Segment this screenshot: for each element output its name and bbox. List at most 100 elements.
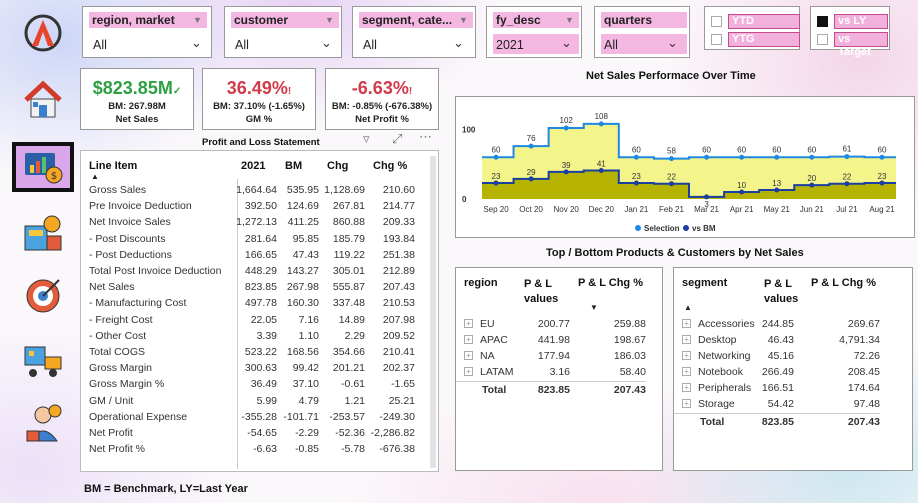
data-point bbox=[844, 181, 850, 187]
data-label: 23 bbox=[878, 172, 887, 181]
column-header-chg-pct[interactable]: Chg % bbox=[373, 160, 407, 172]
scrollbar-thumb[interactable] bbox=[430, 156, 436, 468]
column-header-region[interactable]: region bbox=[464, 277, 498, 289]
slicer-fy-desc[interactable]: fy_desc ▼ 2021 ⌄ bbox=[486, 6, 582, 58]
expand-icon[interactable]: + bbox=[682, 399, 691, 408]
table-row[interactable]: + Accessories 244.85 269.67 bbox=[674, 316, 880, 331]
data-point bbox=[563, 169, 569, 175]
cell-value: 36.49 bbox=[250, 378, 277, 391]
net-sales-chart[interactable]: 0 100 60 76 102 108 60 58 60 60 60 60 61 60 23 29 39 41 23… bbox=[455, 96, 915, 238]
expand-icon[interactable]: + bbox=[464, 335, 473, 344]
chevron-down-icon[interactable]: ⌄ bbox=[321, 35, 332, 51]
marketing-target-icon[interactable] bbox=[18, 270, 68, 320]
data-point bbox=[844, 154, 850, 160]
chevron-down-icon[interactable]: ▼ bbox=[193, 15, 202, 25]
data-label: 60 bbox=[772, 145, 781, 154]
slicer-customer[interactable]: customer ▼ All ⌄ bbox=[224, 6, 342, 58]
toggle-vs-target[interactable]: vs Target bbox=[817, 32, 888, 58]
expand-icon[interactable]: + bbox=[682, 351, 691, 360]
slicer-label: region, market bbox=[89, 12, 207, 28]
comparison-toggle[interactable]: vs LY vs Target bbox=[810, 6, 890, 58]
expand-icon[interactable]: + bbox=[464, 351, 473, 360]
slicer-segment-category[interactable]: segment, cate... ▼ All ⌄ bbox=[352, 6, 476, 58]
chevron-down-icon[interactable]: ⌄ bbox=[667, 35, 678, 51]
column-header-pl-values[interactable]: P & L values bbox=[764, 277, 804, 307]
checkbox-ytd[interactable] bbox=[711, 16, 722, 27]
slicer-label: quarters bbox=[601, 12, 687, 28]
column-header-2021[interactable]: 2021 bbox=[241, 160, 265, 172]
table-row[interactable]: + Peripherals 166.51 174.64 bbox=[674, 380, 880, 395]
column-header-pl-chg-pct[interactable]: P & L Chg % bbox=[811, 277, 876, 289]
column-header-line-item[interactable]: Line Item bbox=[89, 160, 137, 172]
total-row: Total 823.85 207.43 bbox=[674, 413, 880, 428]
expand-icon[interactable]: + bbox=[682, 367, 691, 376]
toggle-ytg[interactable]: YTG bbox=[711, 32, 800, 47]
filter-icon[interactable]: ▿ bbox=[363, 131, 370, 147]
sort-up-icon[interactable]: ▲ bbox=[684, 303, 692, 312]
cell-value: 207.43 bbox=[382, 281, 415, 294]
cell-value: -2.29 bbox=[295, 427, 319, 439]
sales-icon[interactable] bbox=[18, 208, 68, 258]
expand-icon[interactable]: + bbox=[682, 383, 691, 392]
column-header-pl-values[interactable]: P & L values bbox=[524, 277, 574, 307]
footer-note: BM = Benchmark, LY=Last Year bbox=[84, 483, 248, 495]
slicer-quarters[interactable]: quarters All ⌄ bbox=[594, 6, 690, 58]
toggle-ytd[interactable]: YTD bbox=[711, 14, 800, 29]
cell-value: 210.60 bbox=[382, 184, 415, 196]
chevron-down-icon[interactable]: ⌄ bbox=[453, 35, 464, 51]
expand-icon[interactable]: + bbox=[464, 367, 473, 376]
checkbox-vs-ly[interactable] bbox=[817, 16, 828, 27]
chevron-down-icon[interactable]: ▼ bbox=[565, 15, 574, 25]
table-row[interactable]: + LATAM 3.16 58.40 bbox=[456, 364, 646, 379]
kpi-value: 36.49%! bbox=[203, 78, 315, 99]
ytd-ytg-toggle[interactable]: YTD YTG bbox=[704, 6, 800, 50]
chevron-down-icon[interactable]: ⌄ bbox=[191, 35, 202, 51]
table-row[interactable]: + Storage 54.42 97.48 bbox=[674, 396, 880, 411]
column-header-pl-chg-pct[interactable]: P & L Chg % bbox=[578, 277, 643, 289]
checkbox-ytg[interactable] bbox=[711, 34, 722, 45]
table-row[interactable]: + APAC 441.98 198.67 bbox=[456, 332, 646, 347]
toggle-vs-ly[interactable]: vs LY bbox=[817, 14, 888, 29]
column-header-chg[interactable]: Chg bbox=[327, 160, 348, 172]
cell-value: 354.66 bbox=[332, 346, 365, 358]
table-row: Net Profit -54.65 -2.29 -52.36 -2,286.82 bbox=[81, 425, 426, 441]
finance-dashboard-icon[interactable]: $ bbox=[12, 142, 74, 192]
table-row[interactable]: + Desktop 46.43 4,791.34 bbox=[674, 332, 880, 347]
table-row[interactable]: + EU 200.77 259.88 bbox=[456, 316, 646, 331]
table-row[interactable]: + Notebook 266.49 208.45 bbox=[674, 364, 880, 379]
cell-value: 37.10 bbox=[292, 378, 319, 391]
table-row[interactable]: + Networking 45.16 72.26 bbox=[674, 348, 880, 363]
cell-value: 22.05 bbox=[250, 313, 277, 326]
expand-icon[interactable]: + bbox=[682, 319, 691, 328]
row-label: APAC bbox=[480, 334, 508, 346]
focus-mode-icon[interactable]: ⤢ bbox=[392, 131, 402, 147]
chevron-down-icon[interactable]: ▼ bbox=[459, 15, 468, 25]
home-icon[interactable] bbox=[18, 75, 68, 125]
checkbox-vs-target[interactable] bbox=[817, 34, 828, 45]
x-tick-label: May 21 bbox=[764, 205, 791, 214]
cell-value: -101.71 bbox=[283, 410, 319, 423]
data-label: 22 bbox=[667, 173, 676, 182]
table-row: Pre Invoice Deduction 392.50 124.69 267.81 2… bbox=[81, 198, 426, 214]
executive-icon[interactable] bbox=[18, 398, 68, 448]
slicer-region-market[interactable]: region, market ▼ All ⌄ bbox=[82, 6, 212, 58]
y-tick-label: 0 bbox=[462, 195, 467, 204]
kpi-value-text: 36.49% bbox=[226, 78, 288, 98]
x-tick-label: Jun 21 bbox=[800, 205, 825, 214]
table-row: - Other Cost 3.39 1.10 2.29 209.52 bbox=[81, 328, 426, 344]
cell-value: 860.88 bbox=[332, 216, 365, 229]
kpi-value-text: $823.85M bbox=[92, 78, 173, 98]
column-header-segment[interactable]: segment bbox=[682, 277, 727, 289]
kpi-label: Net Sales bbox=[115, 114, 159, 125]
table-row[interactable]: + NA 177.94 186.03 bbox=[456, 348, 646, 363]
sort-down-icon[interactable]: ▼ bbox=[590, 303, 598, 312]
supply-chain-icon[interactable] bbox=[18, 335, 68, 385]
chevron-down-icon[interactable]: ⌄ bbox=[561, 35, 572, 51]
sort-up-icon[interactable]: ▲ bbox=[91, 172, 99, 181]
more-options-icon[interactable]: ⋯ bbox=[419, 129, 432, 145]
expand-icon[interactable]: + bbox=[682, 335, 691, 344]
chevron-down-icon[interactable]: ▼ bbox=[325, 15, 334, 25]
expand-icon[interactable]: + bbox=[464, 319, 473, 328]
data-point bbox=[563, 125, 569, 131]
column-header-bm[interactable]: BM bbox=[285, 160, 302, 172]
